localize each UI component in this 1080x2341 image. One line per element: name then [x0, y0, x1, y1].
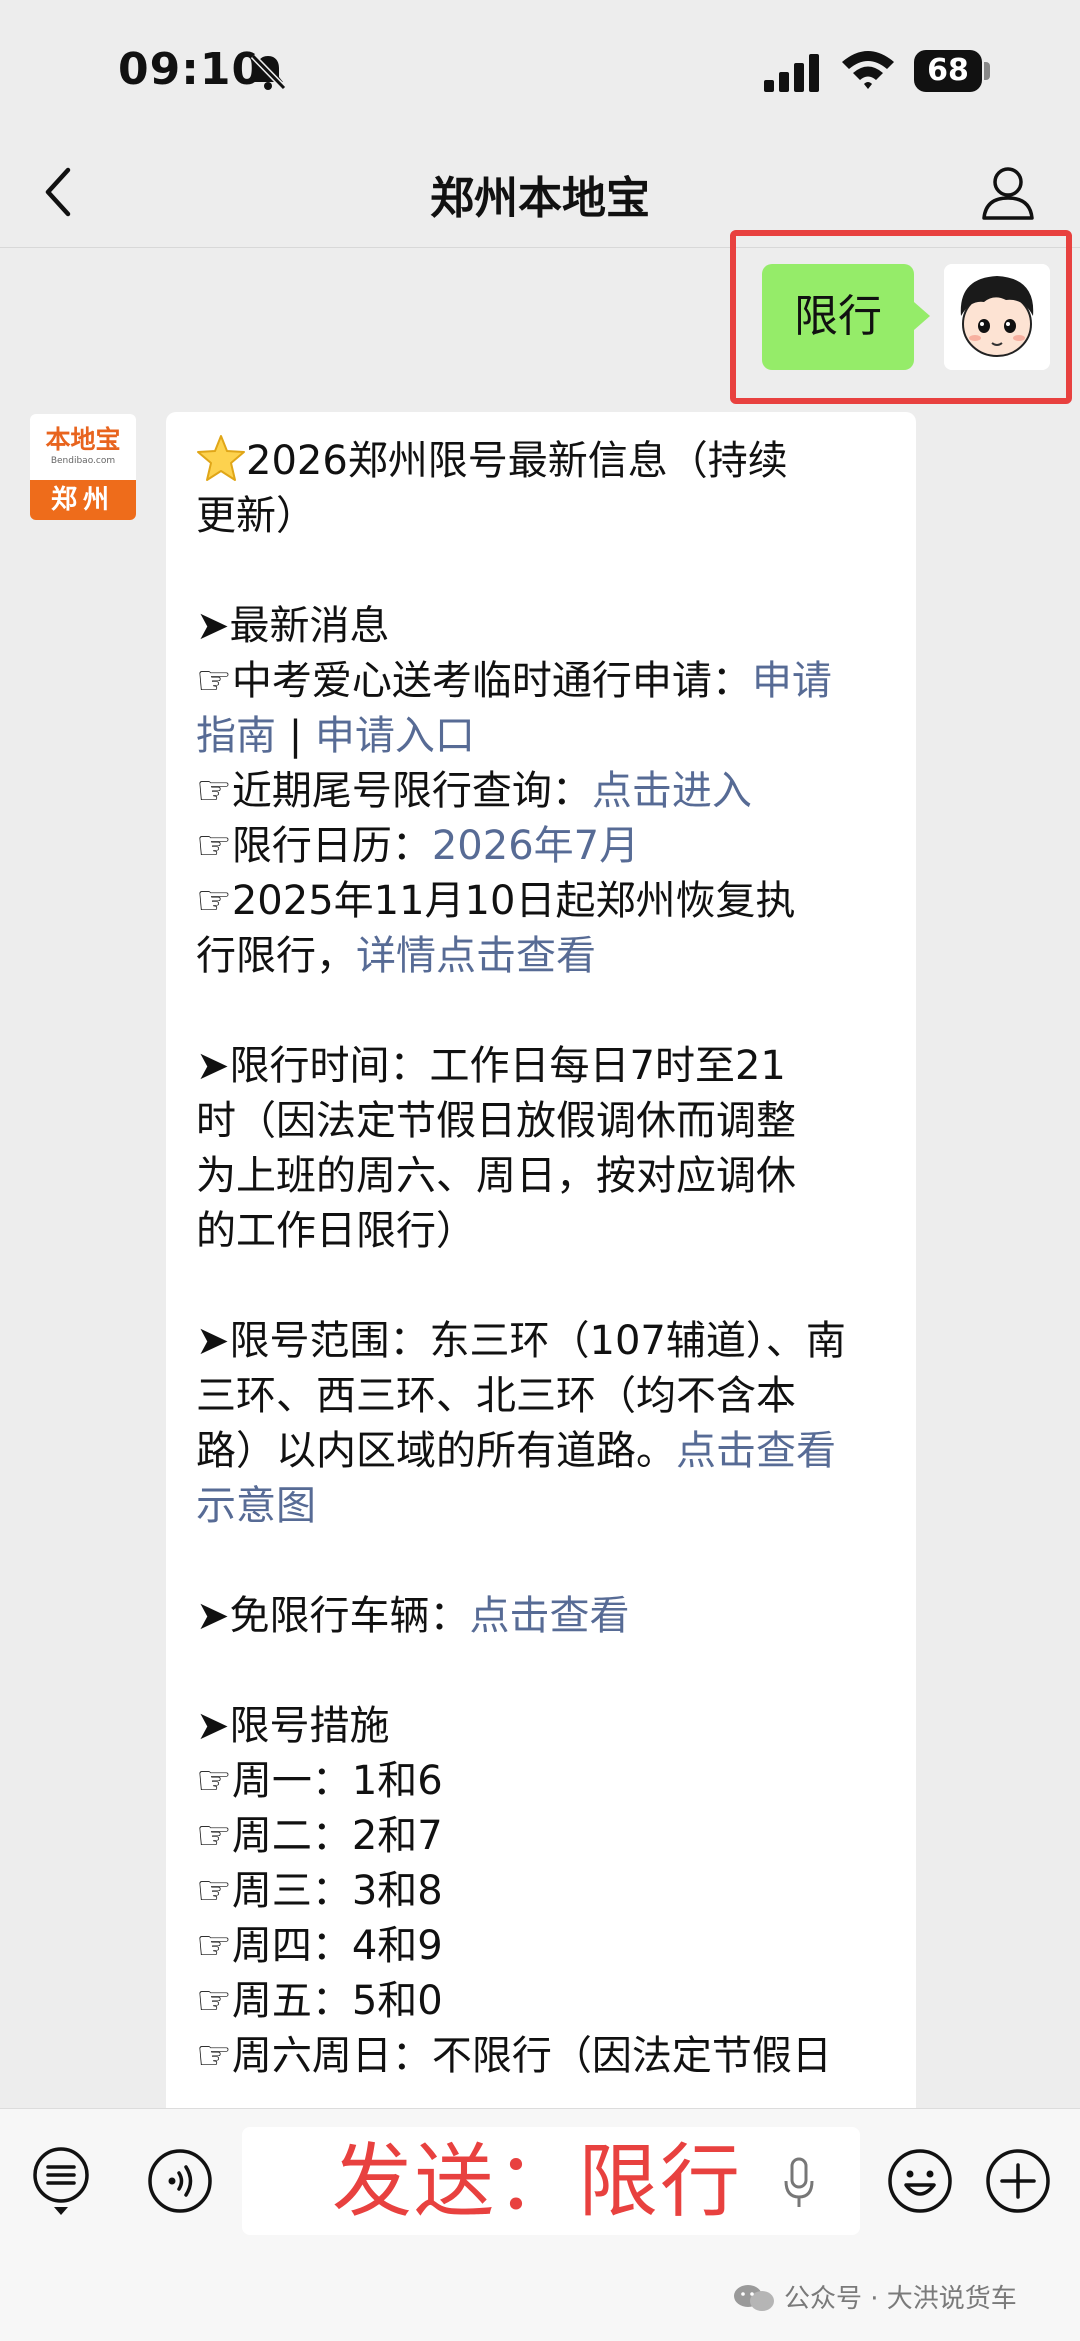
message-title-line: 2026郑州限号最新信息（持续	[196, 434, 890, 489]
status-bar: 09:10 68	[0, 0, 1080, 140]
map-link[interactable]: 示意图	[196, 1483, 316, 1529]
text-segment: 路）以内区域的所有道路。	[196, 1428, 676, 1474]
battery-nub	[984, 62, 990, 80]
weekday-rule: ☞周五：5和0	[196, 1978, 443, 2024]
plus-icon[interactable]	[984, 2147, 1052, 2215]
emoji-icon[interactable]	[886, 2147, 954, 2215]
query-link[interactable]: 点击进入	[592, 768, 752, 814]
page-title: 郑州本地宝	[430, 173, 650, 224]
avatar-logo-text: 本地宝	[45, 425, 121, 454]
weekday-rule: ☞周四：4和9	[196, 1923, 443, 1969]
weekday-rule: ☞周三：3和8	[196, 1868, 443, 1914]
input-bar: 发送：限行 公众号 · 大洪说货车	[0, 2108, 1080, 2341]
link-separator: |	[276, 713, 315, 759]
weekday-rule: ☞周六周日：不限行（因法定节假日	[196, 2033, 832, 2079]
text-line: 三环、西三环、北三环（均不含本	[196, 1373, 796, 1419]
incoming-message-bubble: 2026郑州限号最新信息（持续 更新） ➤最新消息 ☞中考爱心送考临时通行申请：…	[166, 412, 916, 2132]
watermark-text: 公众号 · 大洪说货车	[784, 2284, 1017, 2314]
details-link[interactable]: 详情点击查看	[356, 933, 596, 979]
section-heading: ➤限行时间：工作日每日7时至21	[196, 1043, 786, 1089]
battery-indicator: 68	[914, 50, 982, 92]
map-link[interactable]: 点击查看	[676, 1428, 836, 1474]
wifi-icon	[842, 51, 894, 89]
section-heading: ➤最新消息	[196, 603, 390, 649]
text-segment: ☞限行日历：	[196, 823, 432, 869]
avatar-domain: Bendibao.com	[50, 456, 116, 466]
apply-entry-link[interactable]: 申请入口	[315, 713, 475, 759]
star-icon	[197, 435, 245, 481]
keyboard-list-icon[interactable]	[28, 2145, 94, 2225]
message-title-line: 更新）	[196, 493, 316, 539]
account-avatar[interactable]: 本地宝 Bendibao.com 郑州	[30, 414, 136, 520]
section-heading: ➤限号范围：东三环（107辅道）、南	[196, 1318, 846, 1364]
weekday-rule: ☞周一：1和6	[196, 1758, 443, 1804]
wechat-icon	[734, 2285, 774, 2311]
voice-icon[interactable]	[146, 2147, 214, 2215]
guide-link[interactable]: 申请	[752, 658, 832, 704]
outgoing-message-bubble[interactable]: 限行	[762, 264, 930, 370]
text-segment: ☞近期尾号限行查询：	[196, 768, 592, 814]
mic-icon[interactable]	[782, 2157, 816, 2209]
signal-icon	[764, 54, 819, 92]
text-line: 为上班的周六、周日，按对应调休	[196, 1153, 796, 1199]
text-line: ☞2025年11月10日起郑州恢复执	[196, 878, 796, 924]
text-segment: ☞中考爱心送考临时通行申请：	[196, 658, 752, 704]
text-segment: 行限行，	[196, 933, 356, 979]
watermark: 公众号 · 大洪说货车	[732, 2279, 1017, 2319]
status-time: 09:10	[118, 44, 264, 95]
user-avatar[interactable]	[944, 264, 1050, 370]
exempt-vehicles-link[interactable]: 点击查看	[470, 1593, 630, 1639]
person-icon[interactable]	[980, 162, 1036, 222]
message-title: 2026郑州限号最新信息（持续	[246, 438, 788, 484]
calendar-link[interactable]: 2026年7月	[432, 823, 639, 869]
section-heading: ➤限号措施	[196, 1703, 390, 1749]
avatar-logo: 本地宝 Bendibao.com	[30, 414, 136, 480]
section-heading: ➤免限行车辆：	[196, 1593, 470, 1639]
bell-slash-icon	[250, 53, 287, 91]
text-line: 时（因法定节假日放假调休而调整	[196, 1098, 796, 1144]
cartoon-face-icon	[944, 264, 1050, 370]
guide-link[interactable]: 指南	[196, 713, 276, 759]
message-input[interactable]: 发送：限行	[242, 2127, 860, 2235]
send-instruction-overlay: 发送：限行	[332, 2135, 742, 2228]
text-line: 的工作日限行）	[196, 1208, 476, 1254]
avatar-city: 郑州	[30, 480, 136, 520]
weekday-rule: ☞周二：2和7	[196, 1813, 443, 1859]
